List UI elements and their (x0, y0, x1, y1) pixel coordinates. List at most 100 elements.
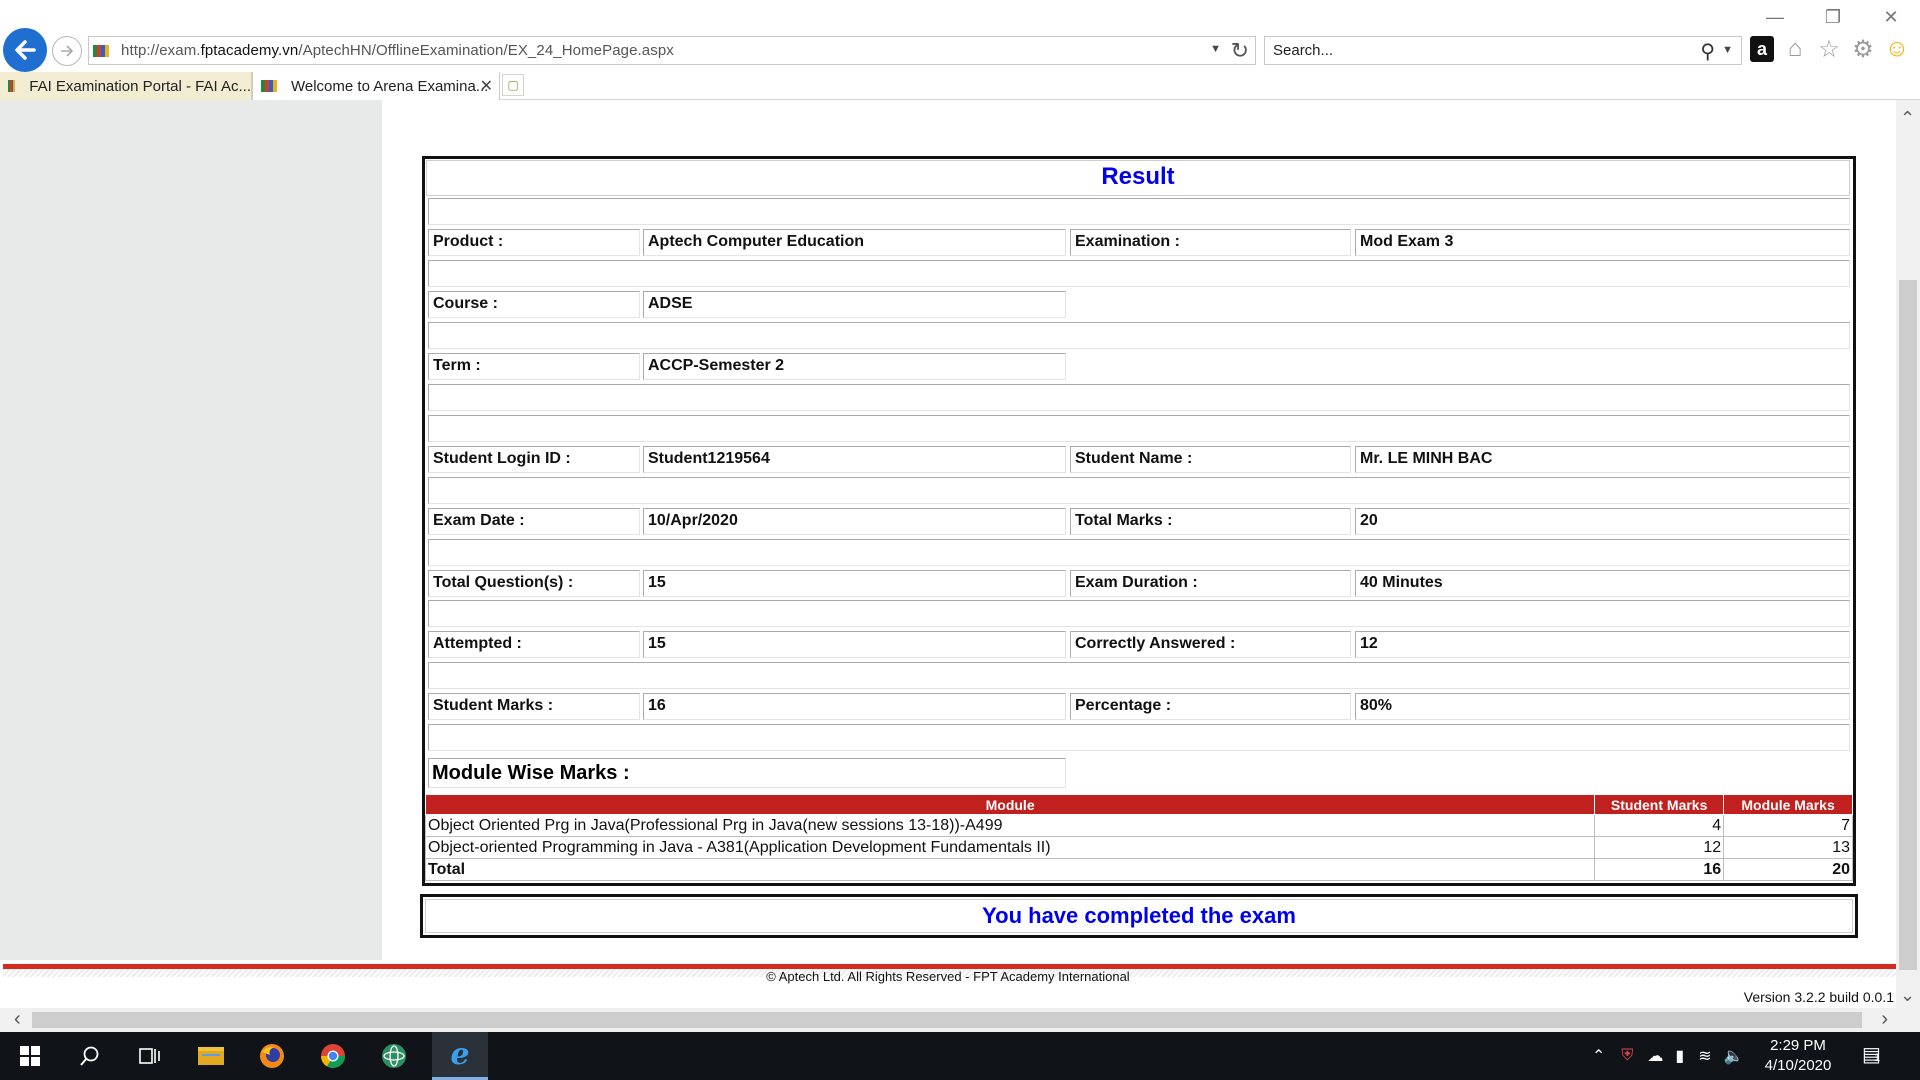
feedback-smiley-icon[interactable]: ☺ (1884, 35, 1910, 62)
action-center-button[interactable]: ▤ 1 (1862, 1042, 1892, 1070)
product-value: Aptech Computer Education (643, 229, 1066, 256)
scroll-right-icon[interactable]: › (1881, 1008, 1888, 1031)
student-marks-cell: 12 (1594, 836, 1725, 859)
address-bar[interactable]: http://exam.fptacademy.vn/AptechHN/Offli… (88, 36, 1256, 65)
start-button[interactable] (2, 1032, 58, 1080)
close-tab-icon[interactable]: ✕ (480, 76, 493, 96)
module-marks-cell: 13 (1723, 836, 1853, 859)
spacer-row (428, 322, 1850, 349)
new-tab-icon: ▢ (507, 78, 519, 92)
total-marks-label: Total Marks : (1070, 508, 1351, 535)
volume-icon[interactable]: 🔈 (1724, 1046, 1744, 1066)
search-dropdown-icon[interactable]: ▼ (1722, 44, 1733, 56)
term-label: Term : (428, 353, 640, 380)
table-row: Object-oriented Programming in Java - A3… (424, 836, 1853, 859)
result-title: Result (426, 160, 1850, 196)
home-icon[interactable]: ⌂ (1782, 35, 1808, 62)
battery-icon[interactable]: ▮ (1675, 1046, 1684, 1066)
shield-icon[interactable]: ⛨ (1621, 1047, 1633, 1065)
site-favicon (93, 44, 109, 57)
spacer-row (428, 662, 1850, 689)
scrollbar-corner (1896, 1008, 1920, 1032)
term-value: ACCP-Semester 2 (643, 353, 1066, 380)
attempted-value: 15 (643, 631, 1066, 658)
chevron-up-icon[interactable]: ⌃ (1592, 1046, 1605, 1066)
page-viewport: Result Product : Aptech Computer Educati… (0, 100, 1896, 1008)
module-name-cell: Object Oriented Prg in Java(Professional… (424, 814, 1596, 837)
chrome-icon (321, 1044, 345, 1069)
forward-button[interactable] (52, 36, 82, 66)
exam-duration-label: Exam Duration : (1070, 570, 1351, 597)
spacer-row (428, 198, 1850, 225)
total-questions-label: Total Question(s) : (428, 570, 640, 597)
tab-label: FAI Examination Portal - FAI Ac... (29, 77, 251, 95)
vertical-scroll-thumb[interactable] (1899, 280, 1917, 970)
file-explorer-button[interactable] (183, 1032, 239, 1080)
task-view-button[interactable] (122, 1032, 178, 1080)
module-marks-cell: 7 (1723, 814, 1853, 837)
student-name-value: Mr. LE MINH BAC (1355, 446, 1850, 473)
version-text: Version 3.2.2 build 0.0.1 (1743, 989, 1894, 1005)
column-header-student-marks: Student Marks (1594, 794, 1725, 815)
horizontal-scroll-thumb[interactable] (32, 1012, 1862, 1028)
browser-titlebar: — ❐ ✕ http://exam.fptacademy.vn/AptechHN… (0, 0, 1920, 72)
course-label: Course : (428, 291, 640, 318)
examination-value: Mod Exam 3 (1355, 229, 1850, 256)
address-dropdown-icon[interactable]: ▼ (1210, 43, 1221, 55)
scroll-up-icon[interactable]: ⌃ (1900, 108, 1915, 129)
search-box[interactable]: ⚲ ▼ (1264, 36, 1742, 65)
total-module-marks-cell: 20 (1723, 858, 1853, 881)
horizontal-scrollbar[interactable]: ‹ › (0, 1008, 1896, 1032)
internet-explorer-icon: e (450, 1037, 470, 1072)
onedrive-cloud-icon[interactable]: ☁ (1647, 1046, 1663, 1066)
app-green-button[interactable] (366, 1032, 422, 1080)
student-login-id-label: Student Login ID : (428, 446, 640, 473)
amazon-icon[interactable]: a (1750, 36, 1774, 62)
spacer-row (428, 539, 1850, 566)
clock-date: 4/10/2020 (1764, 1057, 1832, 1074)
total-label-cell: Total (424, 858, 1596, 881)
back-button[interactable] (3, 28, 47, 72)
settings-gear-icon[interactable]: ⚙ (1850, 36, 1876, 63)
minimize-icon[interactable]: — (1746, 0, 1804, 34)
taskbar-clock[interactable]: 2:29 PM 4/10/2020 (1758, 1036, 1838, 1076)
spacer-row (428, 415, 1850, 442)
student-marks-value: 16 (643, 693, 1066, 720)
notification-count: 1 (1874, 1052, 1881, 1064)
table-header-row: Module Student Marks Module Marks (424, 794, 1853, 815)
favorites-star-icon[interactable]: ☆ (1816, 36, 1842, 63)
address-url[interactable]: http://exam.fptacademy.vn/AptechHN/Offli… (121, 42, 674, 59)
exam-date-label: Exam Date : (428, 508, 640, 535)
left-sidebar-area (0, 100, 382, 960)
total-questions-value: 15 (643, 570, 1066, 597)
vertical-scrollbar[interactable]: ⌃ ⌄ (1896, 100, 1920, 1008)
atom-app-icon (382, 1044, 406, 1068)
new-tab-button[interactable]: ▢ (502, 74, 524, 96)
firefox-button[interactable] (244, 1032, 300, 1080)
restore-icon[interactable]: ❐ (1804, 0, 1862, 34)
search-input[interactable] (1273, 42, 1653, 59)
tab-fai-portal[interactable]: FAI Examination Portal - FAI Ac... (0, 72, 252, 100)
firefox-icon (260, 1044, 284, 1068)
spacer-row (428, 477, 1850, 504)
examination-label: Examination : (1070, 229, 1351, 256)
tab-arena-examination[interactable]: Welcome to Arena Examina... ✕ (252, 72, 500, 100)
close-window-icon[interactable]: ✕ (1862, 0, 1920, 34)
scroll-left-icon[interactable]: ‹ (14, 1008, 21, 1031)
arrow-left-icon (15, 40, 36, 60)
search-icon[interactable]: ⚲ (1700, 39, 1715, 64)
internet-explorer-button[interactable]: e (432, 1032, 488, 1080)
refresh-icon[interactable]: ↻ (1231, 38, 1249, 64)
wifi-icon[interactable]: ≋ (1698, 1046, 1711, 1066)
product-label: Product : (428, 229, 640, 256)
folder-icon (198, 1047, 224, 1065)
exam-duration-value: 40 Minutes (1355, 570, 1850, 597)
module-wise-marks-heading: Module Wise Marks : (428, 758, 1066, 788)
search-taskbar-button[interactable] (62, 1032, 118, 1080)
clock-time: 2:29 PM (1770, 1037, 1826, 1054)
chrome-button[interactable] (305, 1032, 361, 1080)
module-marks-table: Module Student Marks Module Marks Object… (424, 794, 1853, 881)
percentage-value: 80% (1355, 693, 1850, 720)
spacer-row (428, 384, 1850, 411)
scroll-down-icon[interactable]: ⌄ (1900, 985, 1915, 1006)
